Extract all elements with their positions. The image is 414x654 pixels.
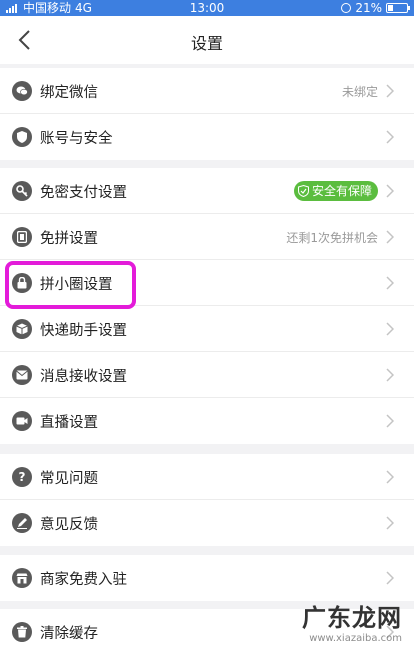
security-badge: 安全有保障 <box>293 181 378 201</box>
settings-row-feedback[interactable]: 意见反馈 <box>0 500 414 546</box>
shield-check-icon <box>297 185 309 197</box>
settings-row-merchant-join[interactable]: 商家免费入驻 <box>0 555 414 601</box>
row-label: 意见反馈 <box>40 517 98 533</box>
chevron-right-icon <box>386 276 394 290</box>
wechat-icon <box>12 81 32 101</box>
chevron-right-icon <box>386 368 394 382</box>
row-label: 快递助手设置 <box>40 323 127 339</box>
page-title: 设置 <box>190 34 223 53</box>
chevron-right-icon <box>386 84 394 98</box>
edit-icon <box>12 513 32 533</box>
watermark-sub: www.xiazaiba.com <box>309 633 402 644</box>
trash-icon <box>12 622 32 642</box>
chevron-right-icon <box>386 230 394 244</box>
coupon-icon <box>12 227 32 247</box>
chevron-right-icon <box>386 322 394 336</box>
chevron-right-icon <box>386 130 394 144</box>
settings-group-help: ? 常见问题 意见反馈 <box>0 454 414 546</box>
row-label: 免密支付设置 <box>40 185 127 201</box>
chevron-right-icon <box>386 571 394 585</box>
shield-icon <box>12 127 32 147</box>
rotation-lock-icon <box>341 3 352 13</box>
settings-row-delivery-assistant[interactable]: 快递助手设置 <box>0 306 414 352</box>
row-label: 常见问题 <box>40 471 98 487</box>
settings-row-account-security[interactable]: 账号与安全 <box>0 114 414 160</box>
video-icon <box>12 411 32 431</box>
watermark-main: 广东龙网 <box>302 604 402 632</box>
question-icon: ? <box>12 467 32 487</box>
nav-bar: 设置 <box>0 16 414 64</box>
chevron-right-icon <box>386 414 394 428</box>
chevron-right-icon <box>386 184 394 198</box>
store-icon <box>12 568 32 588</box>
row-value: 未绑定 <box>341 85 378 99</box>
settings-group-merchant: 商家免费入驻 <box>0 555 414 601</box>
settings-row-bind-wechat[interactable]: 绑定微信 未绑定 <box>0 68 414 114</box>
watermark: 广东龙网 www.xiazaiba.com <box>302 598 402 644</box>
status-bar: 中国移动 4G 13:00 21% <box>0 0 414 16</box>
row-label: 消息接收设置 <box>40 369 127 385</box>
row-label: 清除缓存 <box>40 626 98 642</box>
settings-row-live[interactable]: 直播设置 <box>0 398 414 444</box>
key-icon <box>12 181 32 201</box>
badge-label: 安全有保障 <box>311 184 372 198</box>
battery-percent: 21% <box>355 1 382 15</box>
settings-row-message-receive[interactable]: 消息接收设置 <box>0 352 414 398</box>
row-label: 商家免费入驻 <box>40 572 127 588</box>
status-right: 21% <box>341 0 410 16</box>
chevron-right-icon <box>386 516 394 530</box>
settings-row-group-free[interactable]: 免拼设置 还剩1次免拼机会 <box>0 214 414 260</box>
settings-row-faq[interactable]: ? 常见问题 <box>0 454 414 500</box>
row-value: 还剩1次免拼机会 <box>286 231 378 245</box>
row-label: 免拼设置 <box>40 231 98 247</box>
mail-icon <box>12 365 32 385</box>
row-label: 账号与安全 <box>40 131 113 147</box>
row-label: 绑定微信 <box>40 85 98 101</box>
row-label: 直播设置 <box>40 415 98 431</box>
chevron-right-icon <box>386 470 394 484</box>
settings-row-password-free-pay[interactable]: 免密支付设置 安全有保障 <box>0 168 414 214</box>
highlight-box <box>5 261 136 309</box>
settings-group-account: 绑定微信 未绑定 账号与安全 <box>0 68 414 160</box>
battery-icon <box>386 3 410 13</box>
package-icon <box>12 319 32 339</box>
